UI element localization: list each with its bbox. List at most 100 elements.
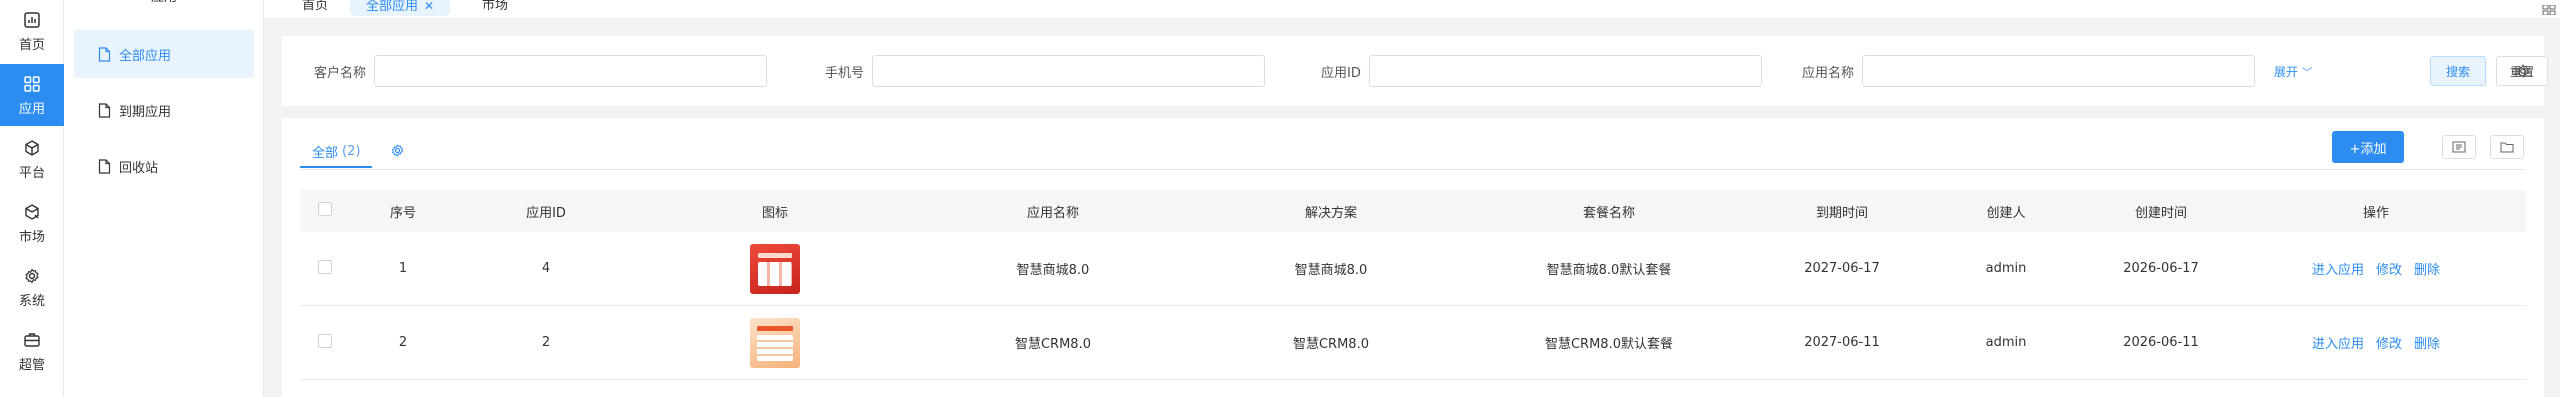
add-button[interactable]: +添加 [2332, 131, 2404, 163]
tab-market[interactable]: 市场 [466, 0, 524, 16]
select-all-checkbox[interactable] [318, 202, 332, 216]
col-header: 序号 [389, 205, 416, 221]
cell-index: 1 [398, 261, 408, 276]
nav-item-system[interactable]: 系统 [0, 256, 64, 318]
app-id-label: 应用ID [1321, 65, 1361, 81]
row-checkbox[interactable] [318, 259, 332, 274]
expand-toggle[interactable]: 展开 ﹀ [2274, 36, 2312, 106]
tab-all[interactable]: 全部 (2) [300, 136, 373, 168]
app-name-input[interactable] [1862, 55, 2256, 87]
nav-item-platform[interactable]: 平台 [0, 128, 64, 190]
tab-home[interactable]: 首页 [286, 0, 344, 16]
table-row: 2 2 智慧CRM8.0 智慧CRM8.0 智慧CRM8.0默认套餐 2027-… [300, 306, 2526, 380]
table-row: 1 4 智慧商城8.0 智慧商城8.0 智慧商城8.0默认套餐 2027-06-… [300, 232, 2526, 306]
grid-menu-icon[interactable] [2542, 0, 2556, 16]
select-all-cell [300, 202, 350, 220]
col-header: 操作 [2362, 205, 2389, 221]
submenu-panel: 应用 全部应用 到期应用 回收站 [64, 0, 264, 397]
nav-item-label: 超管 [18, 357, 45, 373]
nav-item-label: 市场 [18, 229, 45, 245]
tab-divider [300, 169, 2526, 170]
nav-item-home[interactable]: 首页 [0, 0, 64, 62]
col-header: 图标 [761, 205, 788, 221]
apps-grid-icon [22, 74, 42, 94]
nav-item-superadmin[interactable]: 超管 [0, 320, 64, 382]
market-box-icon [22, 202, 42, 222]
search-button[interactable]: 搜索 [2430, 56, 2486, 86]
settings-icon[interactable] [2514, 62, 2532, 80]
submenu-item-label: 到期应用 [119, 104, 172, 120]
table-header: 序号 应用ID 图标 应用名称 解决方案 套餐名称 到期时间 创建人 创建时间 … [300, 190, 2526, 232]
phone-input[interactable] [872, 55, 1266, 87]
cell-index: 2 [398, 335, 408, 350]
apps-table: 序号 应用ID 图标 应用名称 解决方案 套餐名称 到期时间 创建人 创建时间 … [300, 190, 2526, 380]
main-nav-rail: 首页 应用 平台 市场 系统 超管 [0, 0, 64, 397]
tab-settings-icon[interactable] [387, 140, 407, 160]
delete-link[interactable]: 删除 [2414, 337, 2440, 352]
cell-icon [636, 243, 914, 294]
customer-name-label: 客户名称 [314, 65, 367, 81]
nav-item-label: 应用 [18, 101, 45, 117]
app-id-field: 应用ID [1321, 36, 1762, 106]
col-header: 应用名称 [1026, 205, 1079, 221]
customer-name-input[interactable] [374, 55, 768, 87]
tab-all-count: (2) [342, 143, 361, 159]
tab-all-apps[interactable]: 全部应用 ✕ [350, 0, 451, 16]
nav-item-label: 平台 [18, 165, 45, 181]
close-icon[interactable]: ✕ [424, 0, 434, 13]
search-form: 客户名称 手机号 应用ID 应用名称 展开 ﹀ 搜索 重置 [282, 36, 2548, 106]
app-thumbnail [750, 317, 800, 368]
cell-created: 2026-06-17 [2123, 261, 2199, 276]
cell-icon [636, 317, 914, 368]
enter-app-link[interactable]: 进入应用 [2312, 337, 2364, 352]
folder-icon[interactable] [2490, 135, 2524, 159]
col-header: 解决方案 [1304, 205, 1357, 221]
enter-app-link[interactable]: 进入应用 [2312, 263, 2364, 278]
submenu-item-recycle-bin[interactable]: 回收站 [74, 142, 254, 190]
col-header: 创建时间 [2134, 205, 2187, 221]
chevron-down-icon: ﹀ [2302, 67, 2313, 79]
row-select-cell [300, 259, 350, 278]
cell-app-id: 4 [541, 261, 551, 276]
col-header: 应用ID [526, 205, 566, 221]
cell-app-name: 智慧商城8.0 [1016, 263, 1090, 278]
submenu-item-all-apps[interactable]: 全部应用 [74, 30, 254, 78]
app-thumbnail [750, 243, 800, 294]
document-icon [98, 46, 111, 62]
col-header: 套餐名称 [1582, 205, 1635, 221]
edit-link[interactable]: 修改 [2376, 263, 2402, 278]
nav-item-market[interactable]: 市场 [0, 192, 64, 254]
cell-solution: 智慧CRM8.0 [1292, 337, 1369, 352]
col-header: 创建人 [1986, 205, 2026, 221]
document-icon [98, 102, 111, 118]
cell-app-id: 2 [541, 335, 551, 350]
filter-icon[interactable] [2442, 135, 2476, 159]
submenu-item-label: 全部应用 [119, 48, 172, 64]
row-select-cell [300, 333, 350, 352]
submenu-item-expired-apps[interactable]: 到期应用 [74, 86, 254, 134]
app-id-input[interactable] [1368, 55, 1762, 87]
cell-creator: admin [1985, 335, 2027, 350]
cell-actions: 进入应用 修改 删除 [2246, 333, 2506, 352]
phone-label: 手机号 [825, 65, 865, 81]
page-tab-bar: 首页 全部应用 ✕ 市场 [264, 0, 2560, 18]
cell-expire: 2027-06-17 [1804, 261, 1880, 276]
phone-field: 手机号 [825, 36, 1266, 106]
cell-creator: admin [1985, 261, 2027, 276]
nav-item-apps[interactable]: 应用 [0, 64, 64, 126]
nav-item-label: 首页 [18, 37, 45, 53]
app-list-panel: 全部 (2) +添加 序号 应用ID 图标 应用名称 解决方案 套餐名称 到期时… [282, 118, 2544, 397]
cell-actions: 进入应用 修改 删除 [2246, 259, 2506, 278]
delete-link[interactable]: 删除 [2414, 263, 2440, 278]
nav-item-label: 系统 [18, 293, 45, 309]
row-checkbox[interactable] [318, 333, 332, 348]
cell-solution: 智慧商城8.0 [1294, 263, 1368, 278]
edit-link[interactable]: 修改 [2376, 337, 2402, 352]
cell-package: 智慧CRM8.0默认套餐 [1544, 337, 1673, 352]
dashboard-icon [22, 10, 42, 30]
col-header: 到期时间 [1815, 205, 1868, 221]
briefcase-icon [22, 330, 42, 350]
app-name-field: 应用名称 [1802, 36, 2256, 106]
app-name-label: 应用名称 [1802, 65, 1855, 81]
document-icon [98, 158, 111, 174]
